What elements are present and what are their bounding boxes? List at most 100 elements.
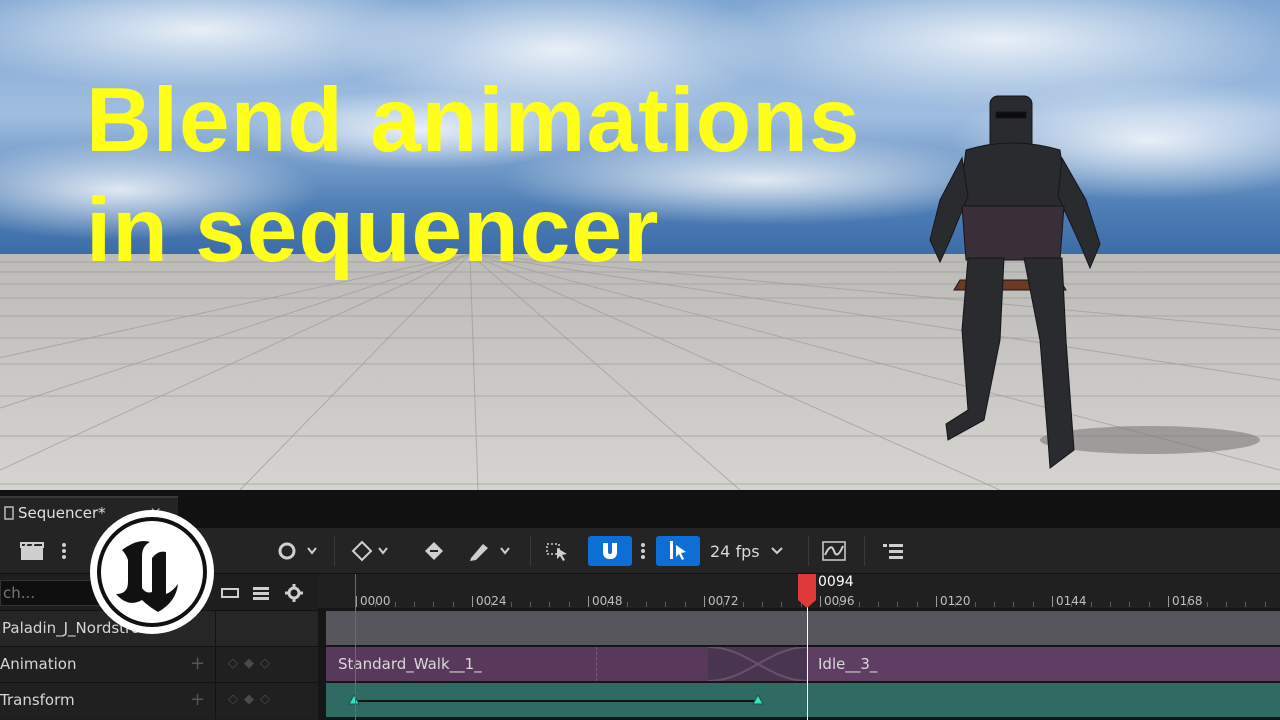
track-row-transform[interactable]: Transform + ◇◆◇ <box>0 682 318 719</box>
ruler-minor-tick <box>878 602 879 607</box>
playhead-handle[interactable] <box>798 574 816 608</box>
ruler-minor-tick <box>1090 602 1092 607</box>
column-divider <box>215 647 216 683</box>
ruler-minor-tick <box>1148 602 1150 607</box>
snap-toggle-button[interactable] <box>588 536 632 566</box>
headline-line-1: Blend animations <box>86 70 861 171</box>
ruler-minor-tick <box>1110 602 1111 607</box>
hamburger-menu-button[interactable] <box>248 578 274 608</box>
anim-section-label: Standard_Walk__1_ <box>338 655 482 673</box>
actor-section-bar[interactable] <box>326 611 1280 645</box>
ruler-minor-tick <box>1226 602 1227 607</box>
ruler-minor-tick <box>762 602 763 607</box>
track-name: Animation <box>0 655 77 673</box>
add-key-button[interactable] <box>418 536 450 566</box>
toolbar-separator <box>334 536 335 566</box>
ruler-minor-tick <box>375 602 377 607</box>
ruler-minor-tick <box>916 602 918 607</box>
loop-marker <box>596 647 597 681</box>
ruler-minor-tick <box>568 602 570 607</box>
ruler-minor-tick <box>1013 602 1015 607</box>
chevron-down-icon <box>770 547 783 555</box>
more-options-button[interactable] <box>56 536 72 566</box>
ruler-minor-tick <box>607 602 609 607</box>
headline-line-2: in sequencer <box>86 180 660 281</box>
key-navigation[interactable]: ◇◆◇ <box>228 692 276 707</box>
ruler-minor-tick <box>1129 602 1131 607</box>
clapperboard-icon <box>20 542 44 560</box>
magnet-icon <box>603 543 617 559</box>
transform-keys <box>348 693 764 705</box>
playback-start-marker[interactable] <box>355 574 356 720</box>
ruler-tick <box>936 596 937 607</box>
ruler-minor-tick <box>955 602 957 607</box>
curve-editor-button[interactable] <box>818 536 850 566</box>
toolbar-separator <box>864 536 865 566</box>
vertical-dots-icon <box>641 543 645 559</box>
ruler-minor-tick <box>394 602 396 607</box>
ruler-minor-tick <box>1071 602 1073 607</box>
keyframe[interactable] <box>752 693 764 705</box>
track-layout-button[interactable] <box>218 578 242 608</box>
column-divider <box>215 683 216 719</box>
ruler-minor-tick <box>1032 602 1034 607</box>
add-key-button[interactable]: + <box>190 689 205 710</box>
settings-button[interactable] <box>280 578 308 608</box>
ruler-tick <box>704 596 705 607</box>
timeline-row-actor[interactable] <box>318 610 1280 646</box>
edit-tool-button[interactable] <box>466 536 516 566</box>
ruler-minor-tick <box>897 602 899 607</box>
ruler-minor-tick <box>433 602 435 607</box>
anim-section-label: Idle__3_ <box>818 655 878 673</box>
ruler-minor-tick <box>530 602 531 607</box>
ruler-minor-tick <box>1245 602 1247 607</box>
snap-to-playhead-button[interactable] <box>656 536 700 566</box>
ruler-minor-tick <box>974 602 976 607</box>
anim-section-idle[interactable]: Idle__3_ <box>808 647 1280 681</box>
track-options-button[interactable] <box>876 536 908 566</box>
ruler-tick <box>1052 596 1053 607</box>
playhead-frame-label: 0094 <box>818 574 854 590</box>
ruler-tick <box>356 596 357 607</box>
snap-options-button[interactable] <box>636 536 650 566</box>
transform-gear-icon <box>278 542 317 560</box>
vertical-dots-icon <box>62 543 66 559</box>
unreal-engine-logo <box>90 510 214 634</box>
ruler-tick <box>820 596 821 607</box>
ruler-tick <box>472 596 473 607</box>
diamond-key-icon <box>351 540 388 562</box>
keyframe[interactable] <box>348 693 360 705</box>
ruler-tick <box>1168 596 1169 607</box>
ruler-minor-tick <box>858 602 860 607</box>
transform-tool-button[interactable] <box>272 536 322 566</box>
ruler-minor-tick <box>839 602 841 607</box>
sequencer-tab-icon <box>4 506 14 520</box>
cursor-select-icon <box>546 543 567 561</box>
ruler-minor-tick <box>1206 602 1208 607</box>
key-navigation[interactable]: ◇◆◇ <box>228 656 276 671</box>
snap-cursor-icon <box>670 541 686 560</box>
track-name: Transform <box>0 691 75 709</box>
frame-rate-dropdown[interactable]: 24 fps <box>710 536 790 566</box>
level-viewport[interactable]: Blend animations in sequencer <box>0 0 1280 490</box>
key-plus-icon <box>425 542 443 560</box>
toolbar-separator <box>530 536 531 566</box>
key-interpolation-button[interactable] <box>348 536 396 566</box>
timeline-row-transform[interactable] <box>318 682 1280 718</box>
ruler-tick <box>588 596 589 607</box>
add-section-button[interactable]: + <box>190 653 205 674</box>
ruler-minor-tick <box>742 602 744 607</box>
timeline-area[interactable]: 0000 0024 0048 0072 0096 0120 0144 0168 … <box>318 574 1280 720</box>
track-row-animation[interactable]: Animation + ◇◆◇ <box>0 646 318 683</box>
clapperboard-button[interactable] <box>16 536 48 566</box>
blend-region[interactable] <box>708 647 808 681</box>
frame-rate-label: 24 fps <box>710 541 760 561</box>
hamburger-icon <box>253 587 269 600</box>
pencil-icon <box>470 544 510 561</box>
video-headline: Blend animations in sequencer <box>86 66 860 286</box>
selection-tool-button[interactable] <box>542 536 574 566</box>
ruler-minor-tick <box>626 602 628 607</box>
timeline-row-animation[interactable]: Standard_Walk__1_ Idle__3_ <box>318 646 1280 682</box>
ruler-minor-tick <box>549 602 551 607</box>
ruler-minor-tick <box>665 602 667 607</box>
